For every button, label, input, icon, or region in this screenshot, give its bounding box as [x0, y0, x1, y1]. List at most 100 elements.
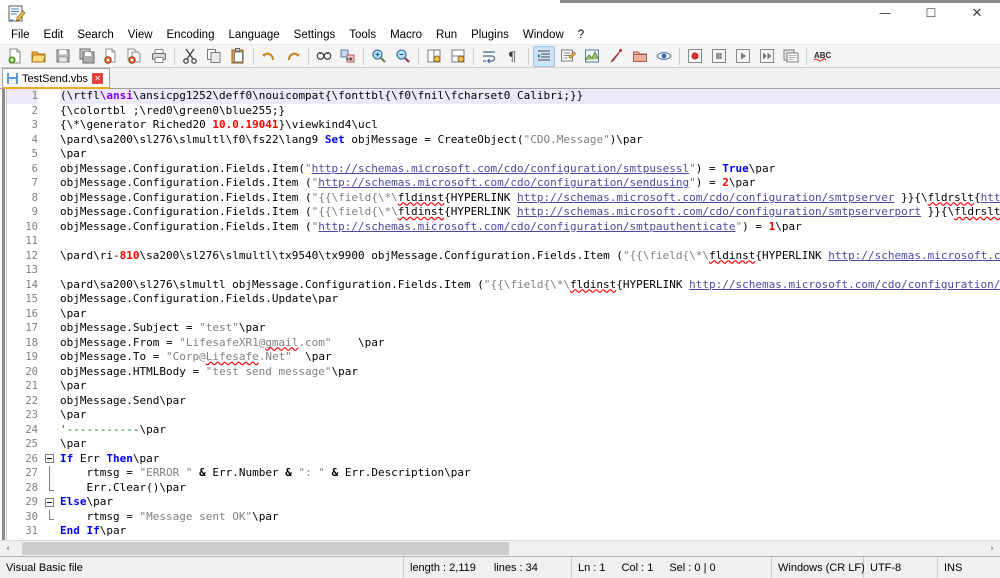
save-macro-icon[interactable]: [780, 46, 802, 67]
menu-item-search[interactable]: Search: [70, 26, 120, 44]
code-token: .com": [298, 335, 332, 349]
stop-recording-icon[interactable]: [708, 46, 730, 67]
save-icon[interactable]: [52, 46, 74, 67]
code-line[interactable]: objMessage.Configuration.Fields.Item ("{…: [60, 205, 1000, 220]
menu-item-window[interactable]: Window: [516, 26, 571, 44]
menu-item-help[interactable]: ?: [571, 26, 591, 44]
user-defined-dialog-icon[interactable]: [557, 46, 579, 67]
minimize-button[interactable]: —: [862, 0, 908, 26]
print-icon[interactable]: [148, 46, 170, 67]
fold-toggle-icon[interactable]: [45, 497, 54, 507]
fold-end-marker: [49, 489, 54, 491]
horizontal-scrollbar[interactable]: ‹ ›: [0, 540, 1000, 556]
close-button[interactable]: ✕: [954, 0, 1000, 26]
copy-icon[interactable]: [203, 46, 225, 67]
code-line[interactable]: (\rtfl\ansi\ansicpg1252\deff0\nouicompat…: [60, 89, 1000, 104]
folder-as-workspace-icon[interactable]: [629, 46, 651, 67]
code-line[interactable]: MsgBox(rtmsg)\par: [60, 539, 1000, 541]
code-line[interactable]: [60, 263, 1000, 278]
code-line[interactable]: '-----------\par: [60, 423, 1000, 438]
code-token: \par: [748, 161, 776, 175]
play-macro-icon[interactable]: [732, 46, 754, 67]
code-line[interactable]: \pard\sa200\sl276\slmultl objMessage.Con…: [60, 278, 1000, 293]
new-file-icon[interactable]: [4, 46, 26, 67]
code-token: )\par: [609, 132, 643, 146]
code-line[interactable]: objMessage.HTMLBody = "test send message…: [60, 365, 1000, 380]
save-all-icon[interactable]: [76, 46, 98, 67]
code-line[interactable]: {\colortbl ;\red0\green0\blue255;}: [60, 104, 1000, 119]
status-length: length : 2,119: [410, 561, 476, 574]
code-line[interactable]: End If\par: [60, 524, 1000, 539]
code-line[interactable]: \par: [60, 437, 1000, 452]
code-line[interactable]: [60, 234, 1000, 249]
close-file-icon[interactable]: [100, 46, 122, 67]
code-line[interactable]: \par: [60, 379, 1000, 394]
maximize-button[interactable]: ☐: [908, 0, 954, 26]
menu-item-file[interactable]: File: [4, 26, 37, 44]
monitoring-icon[interactable]: [653, 46, 675, 67]
open-file-icon[interactable]: [28, 46, 50, 67]
sync-vertical-scroll-icon[interactable]: [423, 46, 445, 67]
menu-item-macro[interactable]: Macro: [383, 26, 429, 44]
indent-guide-icon[interactable]: [533, 45, 555, 67]
abc-spellcheck-icon[interactable]: ABC: [811, 46, 833, 67]
code-line[interactable]: {\*\generator Riched20 10.0.19041}\viewk…: [60, 118, 1000, 133]
find-icon[interactable]: [313, 46, 335, 67]
code-line[interactable]: Err.Clear()\par: [60, 481, 1000, 496]
code-line[interactable]: objMessage.Configuration.Fields.Update\p…: [60, 292, 1000, 307]
code-line[interactable]: objMessage.Send\par: [60, 394, 1000, 409]
close-all-icon[interactable]: [124, 46, 146, 67]
menu-item-settings[interactable]: Settings: [287, 26, 343, 44]
tab-testsend-vbs[interactable]: TestSend.vbs ✕: [2, 68, 111, 89]
menu-item-edit[interactable]: Edit: [37, 26, 71, 44]
code-text-area[interactable]: (\rtfl\ansi\ansicpg1252\deff0\nouicompat…: [57, 89, 1000, 540]
code-line[interactable]: \par: [60, 147, 1000, 162]
fold-toggle-icon[interactable]: [45, 454, 54, 463]
cut-icon[interactable]: [179, 46, 201, 67]
run-macro-multiple-icon[interactable]: [756, 46, 778, 67]
line-number: 2: [31, 104, 38, 117]
function-list-icon[interactable]: [605, 46, 627, 67]
code-line[interactable]: \par: [60, 408, 1000, 423]
code-line[interactable]: objMessage.From = "LifesafeXR1@gmail.com…: [60, 336, 1000, 351]
code-line[interactable]: \par: [60, 307, 1000, 322]
code-line[interactable]: Else\par: [60, 495, 1000, 510]
code-line[interactable]: rtmsg = "Message sent OK"\par: [60, 510, 1000, 525]
word-wrap-icon[interactable]: [478, 46, 500, 67]
redo-icon[interactable]: [282, 46, 304, 67]
code-line[interactable]: objMessage.Subject = "test"\par: [60, 321, 1000, 336]
close-icon[interactable]: ✕: [92, 73, 104, 84]
scroll-right-arrow-icon[interactable]: ›: [984, 541, 1000, 556]
menu-item-language[interactable]: Language: [221, 26, 286, 44]
menu-item-tools[interactable]: Tools: [342, 26, 383, 44]
scroll-track[interactable]: [16, 541, 984, 556]
replace-icon[interactable]: [337, 46, 359, 67]
code-line[interactable]: objMessage.Configuration.Fields.Item ("{…: [60, 191, 1000, 206]
code-line[interactable]: objMessage.Configuration.Fields.Item ("h…: [60, 220, 1000, 235]
zoom-out-icon[interactable]: [392, 46, 414, 67]
show-all-characters-icon[interactable]: ¶: [502, 46, 524, 67]
scroll-thumb[interactable]: [22, 542, 509, 555]
paste-icon[interactable]: [227, 46, 249, 67]
code-line[interactable]: If Err Then\par: [60, 452, 1000, 467]
sync-horizontal-scroll-icon[interactable]: [447, 46, 469, 67]
menu-item-run[interactable]: Run: [429, 26, 464, 44]
zoom-in-icon[interactable]: [368, 46, 390, 67]
code-folding-column[interactable]: [43, 89, 57, 540]
menu-item-plugins[interactable]: Plugins: [464, 26, 516, 44]
menu-item-view[interactable]: View: [121, 26, 160, 44]
code-line[interactable]: objMessage.Configuration.Fields.Item ("h…: [60, 176, 1000, 191]
undo-icon[interactable]: [258, 46, 280, 67]
document-map-icon[interactable]: [581, 46, 603, 67]
code-line[interactable]: objMessage.Configuration.Fields.Item("ht…: [60, 162, 1000, 177]
code-token: End If: [60, 524, 100, 537]
record-macro-icon[interactable]: [684, 46, 706, 67]
code-line[interactable]: objMessage.To = "Corp@Lifesafe.Net" \par: [60, 350, 1000, 365]
scroll-left-arrow-icon[interactable]: ‹: [0, 541, 16, 556]
menu-item-encoding[interactable]: Encoding: [160, 26, 222, 44]
code-line[interactable]: \pard\sa200\sl276\slmultl\f0\fs22\lang9 …: [60, 133, 1000, 148]
code-token: \par: [238, 321, 266, 334]
code-line[interactable]: \pard\ri-810\sa200\sl276\slmultl\tx9540\…: [60, 249, 1000, 264]
code-line[interactable]: rtmsg = "ERROR " & Err.Number & ": " & E…: [60, 466, 1000, 481]
code-token: rtmsg =: [60, 466, 140, 479]
